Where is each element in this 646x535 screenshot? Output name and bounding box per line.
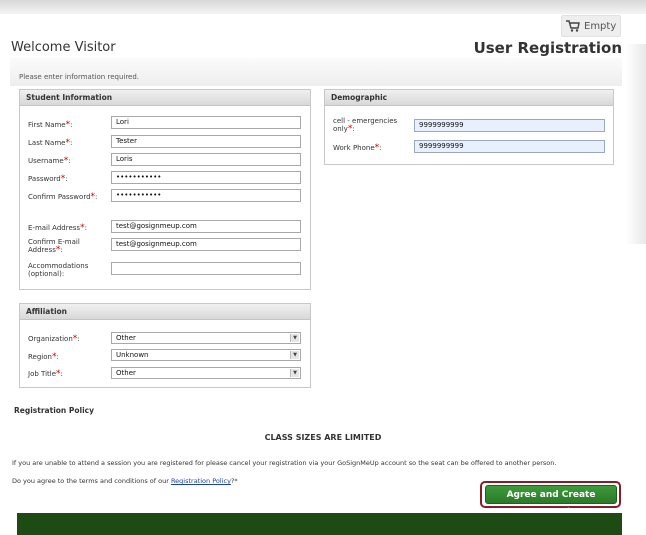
first-name-label: First Name*:	[28, 120, 73, 130]
confirm-email-input[interactable]: test@gosignmeup.com	[111, 238, 301, 251]
organization-select[interactable]: Other ▼	[111, 332, 301, 344]
footer-bar	[17, 513, 622, 535]
region-label: Region*:	[28, 352, 59, 362]
confirm-email-label: Confirm E-mail Address*:	[28, 238, 80, 255]
username-input[interactable]: Loris	[111, 153, 301, 166]
welcome-text: Welcome Visitor	[11, 40, 116, 55]
first-name-input[interactable]: Lori	[111, 116, 301, 129]
job-title-label: Job Title*:	[28, 369, 63, 379]
affiliation-title: Affiliation	[20, 304, 310, 320]
cell-phone-input[interactable]: 9999999999	[414, 119, 605, 132]
top-strip	[0, 0, 646, 14]
region-select[interactable]: Unknown ▼	[111, 349, 301, 361]
region-value: Unknown	[116, 351, 149, 359]
confirm-password-label: Confirm Password*:	[28, 192, 98, 202]
accommodations-input[interactable]	[111, 262, 301, 275]
cart-icon	[566, 20, 580, 32]
cancel-policy-text: If you are unable to attend a session yo…	[12, 459, 557, 467]
agree-question: Do you agree to the terms and conditions…	[12, 477, 238, 485]
cart-button[interactable]: Empty	[561, 15, 621, 37]
work-phone-label: Work Phone*:	[333, 143, 382, 153]
organization-label: Organization*:	[28, 334, 80, 344]
demographic-panel: Demographic cell - emergencies only*: 99…	[324, 89, 614, 165]
confirm-password-input[interactable]: •••••••••••	[111, 189, 301, 202]
email-label: E-mail Address*:	[28, 223, 87, 233]
password-label: Password*:	[28, 174, 68, 184]
username-label: Username*:	[28, 156, 71, 166]
class-sizes-notice: CLASS SIZES ARE LIMITED	[264, 433, 382, 442]
demographic-title: Demographic	[325, 90, 613, 106]
email-input[interactable]: test@gosignmeup.com	[111, 220, 301, 233]
registration-policy-title: Registration Policy	[14, 406, 94, 415]
chevron-down-icon: ▼	[290, 351, 299, 359]
cell-phone-label: cell - emergencies only*:	[333, 117, 398, 134]
chevron-down-icon: ▼	[290, 334, 299, 342]
required-note: Please enter information required.	[19, 73, 140, 81]
right-edge-shadow	[626, 44, 646, 244]
job-title-value: Other	[116, 369, 136, 377]
cart-status: Empty	[584, 20, 617, 32]
accommodations-label: Accommodations (optional):	[28, 262, 89, 278]
work-phone-input[interactable]: 9999999999	[414, 140, 605, 153]
organization-value: Other	[116, 334, 136, 342]
affiliation-panel: Affiliation Organization*: Other ▼ Regio…	[19, 303, 311, 388]
chevron-down-icon: ▼	[290, 369, 299, 377]
title-bar	[10, 58, 622, 86]
student-information-title: Student Information	[20, 90, 310, 106]
last-name-input[interactable]: Tester	[111, 135, 301, 148]
page-title: User Registration	[473, 39, 622, 57]
last-name-label: Last Name*:	[28, 138, 73, 148]
student-information-panel: Student Information First Name*: Lori La…	[19, 89, 311, 290]
password-input[interactable]: •••••••••••	[111, 171, 301, 184]
job-title-select[interactable]: Other ▼	[111, 367, 301, 379]
agree-create-account-button[interactable]: Agree and Create account	[485, 485, 617, 517]
registration-policy-link[interactable]: Registration Policy	[171, 477, 231, 485]
